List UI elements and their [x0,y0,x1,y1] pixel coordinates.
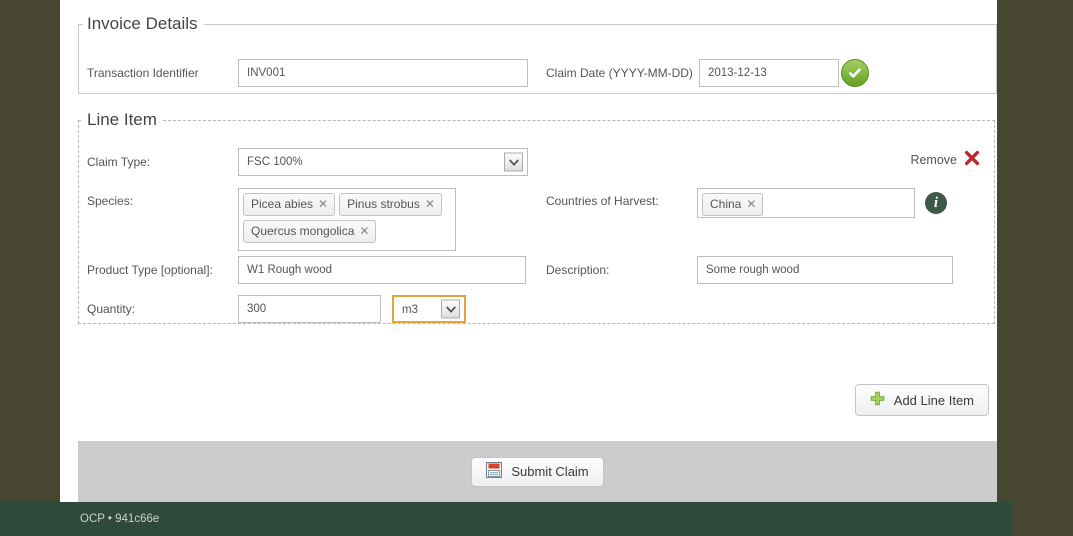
species-label: Species: [87,194,134,208]
line-item-fieldset: Line Item Remove Claim Type: FSC 100% Sp… [78,110,995,324]
species-tag-remove-icon[interactable]: ✕ [318,197,328,211]
quantity-input[interactable] [238,295,381,323]
country-tag[interactable]: China ✕ [702,193,764,216]
footer-text: OCP • 941c66e [80,513,160,525]
country-tag-remove-icon[interactable]: ✕ [746,197,756,211]
transaction-identifier-label: Transaction Identifier [87,66,199,80]
species-tag-remove-icon[interactable]: ✕ [425,197,435,211]
chevron-down-icon [441,299,460,319]
info-icon[interactable]: i [925,192,947,214]
species-tag[interactable]: Picea abies ✕ [243,193,336,216]
quantity-unit-value: m3 [402,304,418,316]
countries-of-harvest-token-input[interactable]: China ✕ [697,188,915,218]
species-tag-label: Quercus mongolica [251,224,355,238]
invoice-details-fieldset: Invoice Details Transaction Identifier C… [78,14,997,94]
line-item-legend: Line Item [87,110,157,129]
species-tag[interactable]: Quercus mongolica ✕ [243,220,377,243]
footer: OCP • 941c66e [0,502,1013,536]
description-input[interactable] [697,256,953,284]
claim-date-input[interactable] [699,59,839,87]
species-tag[interactable]: Pinus strobus ✕ [339,193,442,216]
claim-type-select[interactable]: FSC 100% [238,148,528,176]
add-line-item-button[interactable]: Add Line Item [854,384,989,416]
submit-bar: Submit Claim [78,441,997,502]
claim-type-value: FSC 100% [247,156,303,168]
page-container: Invoice Details Transaction Identifier C… [60,0,997,536]
invoice-details-legend: Invoice Details [87,14,198,33]
quantity-label: Quantity: [87,302,136,316]
submit-claim-button[interactable]: Submit Claim [471,456,604,487]
species-tag-label: Picea abies [251,197,314,211]
claim-type-label: Claim Type: [87,155,151,169]
product-type-input[interactable] [238,256,526,284]
species-token-input[interactable]: Picea abies ✕ Pinus strobus ✕ Quercus mong… [238,188,456,251]
green-plus-icon [870,391,885,409]
countries-of-harvest-label: Countries of Harvest: [546,194,659,208]
add-line-item-label: Add Line Item [893,392,974,408]
chevron-down-icon [504,152,523,172]
product-type-label: Product Type [optional]: [87,263,213,277]
quantity-unit-select[interactable]: m3 [392,295,466,323]
remove-line-item-button[interactable]: Remove [910,150,980,169]
check-circle-icon [841,59,869,87]
species-tag-remove-icon[interactable]: ✕ [359,224,369,238]
remove-line-item-label: Remove [910,152,957,167]
claim-date-label: Claim Date (YYYY-MM-DD) [546,66,693,80]
submit-claim-label: Submit Claim [511,464,589,479]
country-tag-label: China [710,197,742,211]
description-label: Description: [546,263,610,277]
red-x-icon [964,150,980,169]
save-floppy-icon [486,462,503,481]
species-tag-label: Pinus strobus [347,197,420,211]
transaction-identifier-input[interactable] [238,59,528,87]
